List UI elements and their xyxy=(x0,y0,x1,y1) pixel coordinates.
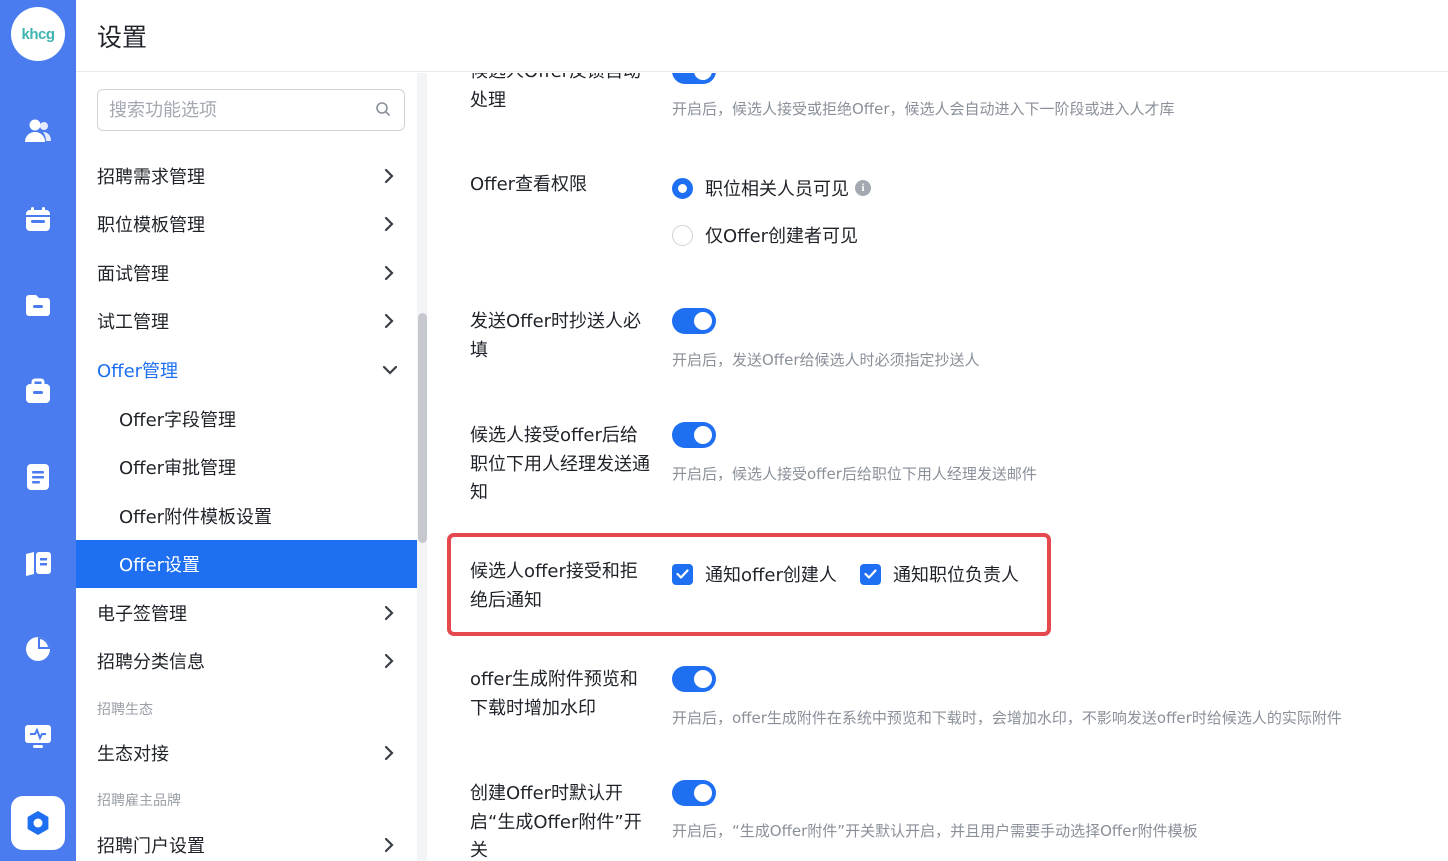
setting-desc-auto-process: 开启后，候选人接受或拒绝Offer，候选人会自动进入下一阶段或进入人才库 xyxy=(672,100,1175,118)
setting-label-watermark: offer生成附件预览和下载时增加水印 xyxy=(470,669,638,719)
sidebar-item-label: 职位模板管理 xyxy=(97,215,205,236)
sidebar-item-label: Offer设置 xyxy=(119,555,201,576)
sidebar-item-recruit-category[interactable]: 招聘分类信息 xyxy=(76,637,417,685)
sidebar-item-label: 试工管理 xyxy=(97,312,169,333)
chevron-right-icon xyxy=(384,745,394,761)
sidebar-item-label: 面试管理 xyxy=(97,264,169,285)
sidebar-item-portal-settings[interactable]: 招聘门户设置 xyxy=(76,821,417,861)
toggle-notify-hiring-manager[interactable] xyxy=(672,422,716,448)
page-header: 设置 xyxy=(76,0,1448,72)
app-logo[interactable]: khcg xyxy=(11,7,65,61)
settings-nav-active[interactable] xyxy=(11,796,65,850)
sidebar-item-trial-work[interactable]: 试工管理 xyxy=(76,297,417,345)
sidebar-item-label: Offer附件模板设置 xyxy=(119,507,273,528)
setting-desc-default-attachment: 开启后，“生成Offer附件”开关默认开启，并且用户需要手动选择Offer附件模… xyxy=(672,822,1198,840)
info-icon[interactable]: i xyxy=(855,180,871,196)
sidebar-item-position-template[interactable]: 职位模板管理 xyxy=(76,200,417,248)
chevron-right-icon xyxy=(384,653,394,669)
book-icon[interactable] xyxy=(22,547,54,579)
sidebar-group-ecosystem: 招聘生态 xyxy=(97,702,153,718)
sidebar-item-offer-fields[interactable]: Offer字段管理 xyxy=(76,395,417,443)
page-title: 设置 xyxy=(97,23,148,52)
toggle-auto-process[interactable] xyxy=(672,73,716,84)
search-input[interactable] xyxy=(109,98,359,122)
setting-label-cc-required: 发送Offer时抄送人必填 xyxy=(470,311,642,361)
check-icon xyxy=(864,569,877,579)
sidebar-item-label: Offer管理 xyxy=(97,361,179,382)
toggle-default-attachment[interactable] xyxy=(672,780,716,806)
monitor-icon[interactable] xyxy=(22,720,54,752)
checkbox-label: 通知职位负责人 xyxy=(893,565,1019,586)
sidebar-item-recruit-demand[interactable]: 招聘需求管理 xyxy=(76,152,417,200)
sidebar-scrollbar-thumb[interactable] xyxy=(418,313,427,543)
logo-text: khcg xyxy=(21,25,55,43)
chevron-right-icon xyxy=(384,168,394,184)
checkbox-checked[interactable] xyxy=(672,563,693,585)
briefcase-icon[interactable] xyxy=(22,375,54,407)
settings-icon xyxy=(27,811,49,835)
sidebar-item-offer-settings[interactable]: Offer设置 xyxy=(76,540,417,588)
setting-desc-cc-required: 开启后，发送Offer给候选人时必须指定抄送人 xyxy=(672,351,980,369)
setting-label-accept-reject-notify: 候选人offer接受和拒绝后通知 xyxy=(470,561,638,611)
check-icon xyxy=(676,569,689,579)
setting-desc-notify-hiring-manager: 开启后，候选人接受offer后给职位下用人经理发送邮件 xyxy=(672,465,1037,483)
pie-chart-icon[interactable] xyxy=(22,633,54,665)
sidebar-item-interview[interactable]: 面试管理 xyxy=(76,249,417,297)
sidebar-item-label: Offer审批管理 xyxy=(119,458,237,479)
checkbox-notify-offer-creator[interactable]: 通知offer创建人 xyxy=(672,561,837,587)
toggle-cc-required[interactable] xyxy=(672,308,716,334)
checkbox-notify-position-owner[interactable]: 通知职位负责人 xyxy=(860,561,1019,587)
toggle-watermark[interactable] xyxy=(672,666,716,692)
setting-desc-watermark: 开启后，offer生成附件在系统中预览和下载时，会增加水印，不影响发送offer… xyxy=(672,709,1342,727)
sidebar-item-label: 生态对接 xyxy=(97,744,169,765)
radio-option-position-related[interactable]: 职位相关人员可见 i xyxy=(672,175,871,201)
radio-checked[interactable] xyxy=(672,177,693,199)
calendar-icon[interactable] xyxy=(22,203,54,235)
chevron-right-icon xyxy=(384,313,394,329)
offer-settings-panel: 候选人Offer反馈自动处理 开启后，候选人接受或拒绝Offer，候选人会自动进… xyxy=(427,73,1448,861)
setting-label-auto-process: 候选人Offer反馈自动处理 xyxy=(470,73,641,111)
chevron-right-icon xyxy=(384,216,394,232)
sidebar-item-label: Offer字段管理 xyxy=(119,410,237,431)
chevron-right-icon xyxy=(384,605,394,621)
users-icon[interactable] xyxy=(22,115,54,147)
search-box[interactable] xyxy=(97,89,405,131)
sidebar-item-esign[interactable]: 电子签管理 xyxy=(76,589,417,637)
sidebar-item-label: 招聘分类信息 xyxy=(97,652,205,673)
setting-label-notify-hiring-manager: 候选人接受offer后给职位下用人经理发送通知 xyxy=(470,425,650,503)
folder-icon[interactable] xyxy=(22,289,54,321)
chevron-right-icon xyxy=(384,265,394,281)
checkbox-checked[interactable] xyxy=(860,563,881,585)
setting-label-view-permission: Offer查看权限 xyxy=(470,174,588,195)
radio-option-creator-only[interactable]: 仅Offer创建者可见 xyxy=(672,222,858,248)
left-rail: khcg xyxy=(0,0,76,861)
chevron-right-icon xyxy=(384,837,394,853)
sidebar-item-offer-attachment-template[interactable]: Offer附件模板设置 xyxy=(76,492,417,540)
sidebar-item-label: 电子签管理 xyxy=(97,604,187,625)
checkbox-label: 通知offer创建人 xyxy=(705,565,837,586)
sidebar-item-label: 招聘需求管理 xyxy=(97,167,205,188)
radio-unchecked[interactable] xyxy=(672,224,693,246)
sidebar-group-employer-brand: 招聘雇主品牌 xyxy=(97,793,181,809)
search-icon[interactable] xyxy=(375,101,391,117)
sidebar-item-offer-approval[interactable]: Offer审批管理 xyxy=(76,443,417,491)
radio-label: 职位相关人员可见 xyxy=(705,179,849,200)
sidebar-item-offer-management[interactable]: Offer管理 xyxy=(76,346,417,394)
setting-label-default-attachment: 创建Offer时默认开启“生成Offer附件”开关 xyxy=(470,783,642,861)
document-icon[interactable] xyxy=(22,461,54,493)
settings-sidebar: 招聘需求管理 职位模板管理 面试管理 试工管理 Offer管理 Offer字段管… xyxy=(76,73,417,861)
radio-label: 仅Offer创建者可见 xyxy=(705,226,859,247)
chevron-down-icon xyxy=(382,365,398,375)
sidebar-item-label: 招聘门户设置 xyxy=(97,836,205,857)
sidebar-item-ecosystem-integration[interactable]: 生态对接 xyxy=(76,729,417,777)
